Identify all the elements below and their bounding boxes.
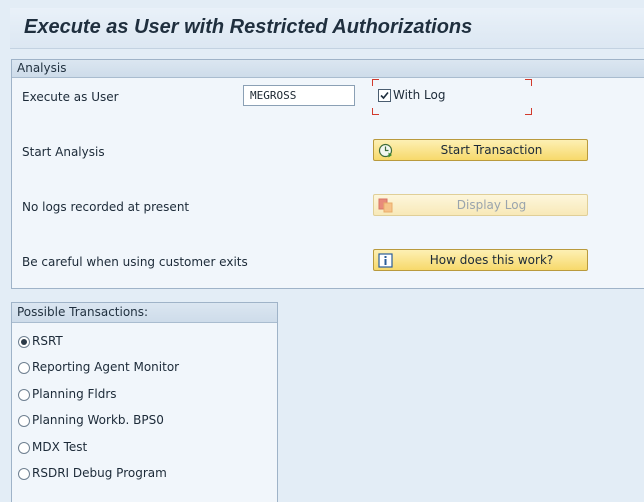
display-log-button[interactable]: Display Log bbox=[373, 194, 588, 216]
radio-button[interactable] bbox=[18, 362, 30, 374]
start-analysis-label: Start Analysis bbox=[22, 145, 105, 159]
radio-button[interactable] bbox=[18, 442, 30, 454]
with-log-checkbox[interactable] bbox=[378, 89, 391, 102]
start-transaction-button[interactable]: Start Transaction bbox=[373, 139, 588, 161]
transactions-group-header: Possible Transactions: bbox=[12, 303, 277, 323]
user-input[interactable]: MEGROSS bbox=[243, 85, 355, 106]
transaction-option-label: RSDRI Debug Program bbox=[32, 466, 167, 480]
execute-as-user-label: Execute as User bbox=[22, 90, 119, 104]
page-title: Execute as User with Restricted Authoriz… bbox=[24, 16, 473, 38]
info-icon bbox=[378, 253, 393, 268]
start-transaction-label: Start Transaction bbox=[440, 143, 543, 157]
radio-button[interactable] bbox=[18, 389, 30, 401]
checkmark-icon bbox=[380, 91, 389, 100]
with-log-focus-frame: With Log bbox=[372, 79, 532, 115]
title-bar: Execute as User with Restricted Authoriz… bbox=[10, 8, 644, 49]
transaction-option-label: Planning Fldrs bbox=[32, 387, 117, 401]
transaction-option-label: Planning Workb. BPS0 bbox=[32, 413, 164, 427]
no-logs-label: No logs recorded at present bbox=[22, 200, 190, 214]
how-does-this-work-button[interactable]: How does this work? bbox=[373, 249, 588, 271]
radio-button[interactable] bbox=[18, 468, 30, 480]
transaction-option-label: RSRT bbox=[32, 334, 63, 348]
display-log-label: Display Log bbox=[456, 198, 527, 212]
customer-exits-label: Be careful when using customer exits bbox=[22, 255, 248, 269]
sap-screen: Execute as User with Restricted Authoriz… bbox=[0, 0, 644, 502]
with-log-label: With Log bbox=[393, 88, 446, 102]
transactions-group: Possible Transactions: RSRT Reporting Ag… bbox=[11, 302, 278, 502]
radio-selected-dot bbox=[21, 339, 27, 345]
log-icon bbox=[378, 198, 393, 213]
transaction-option-label: Reporting Agent Monitor bbox=[32, 360, 180, 374]
transaction-option-label: MDX Test bbox=[32, 440, 88, 454]
analysis-group-header: Analysis bbox=[12, 60, 644, 78]
radio-button[interactable] bbox=[18, 336, 30, 348]
clock-execute-icon bbox=[378, 143, 393, 158]
how-does-this-work-label: How does this work? bbox=[429, 253, 554, 267]
radio-button[interactable] bbox=[18, 415, 30, 427]
